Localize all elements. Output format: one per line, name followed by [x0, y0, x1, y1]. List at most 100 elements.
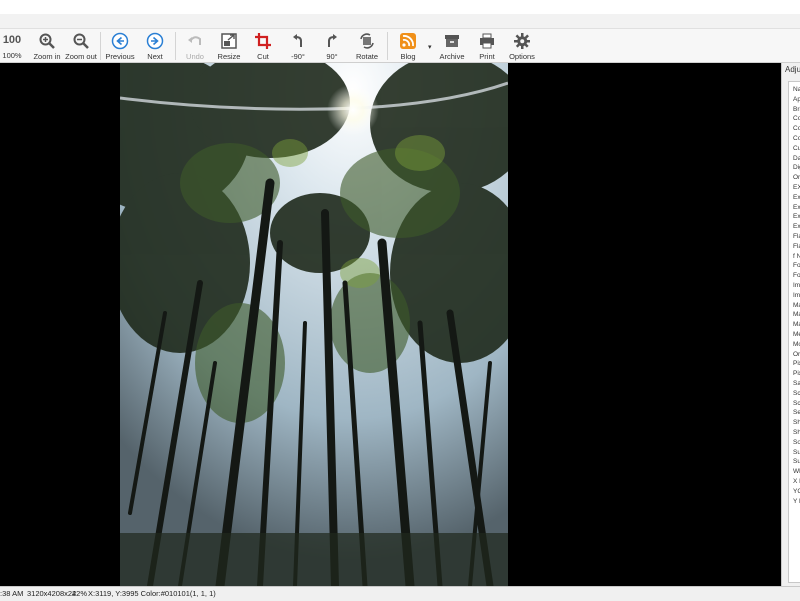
resize-icon [220, 32, 238, 50]
exif-list-item[interactable]: Co [793, 135, 800, 142]
cut-label: Cut [257, 52, 269, 61]
exif-list-item[interactable]: Co [793, 115, 800, 122]
exif-list-item[interactable]: Ori [793, 174, 800, 181]
exif-list-item[interactable]: Ex [793, 213, 800, 220]
exif-list-item[interactable]: Co [793, 125, 800, 132]
status-time: :38 AM [0, 589, 24, 598]
forest-photo [120, 63, 508, 586]
exif-list-item[interactable]: f N [793, 253, 800, 260]
archive-icon [443, 32, 461, 50]
rotate-right-label: 90° [326, 52, 338, 61]
archive-button[interactable]: Archive [434, 31, 470, 61]
exif-list-item[interactable]: Cu [793, 145, 800, 152]
exif-list-item[interactable]: Ex [793, 204, 800, 211]
toolbar-divider [100, 32, 101, 60]
exif-list-item[interactable]: Sul [793, 449, 800, 456]
exif-list-item[interactable]: Dig [793, 164, 800, 171]
exif-list-item[interactable]: Y F [793, 498, 800, 505]
exif-list-item[interactable]: Bri [793, 106, 800, 113]
zoom-in-label: Zoom in [33, 52, 61, 61]
exif-list-item[interactable]: Fla [793, 233, 800, 240]
exif-list-item[interactable]: Sh [793, 419, 800, 426]
crop-icon [254, 32, 272, 50]
rotate-left-label: -90° [291, 52, 305, 61]
rotate-right-button[interactable]: 90° [314, 31, 350, 61]
options-button[interactable]: Options [504, 31, 540, 61]
exif-list-item[interactable]: Im [793, 292, 800, 299]
zoom-in-button[interactable]: Zoom in [29, 31, 65, 61]
exif-list-item[interactable]: Ap [793, 96, 800, 103]
title-bar [0, 0, 800, 14]
exif-list-item[interactable]: Ex [793, 223, 800, 230]
exif-list-item[interactable]: EX [793, 184, 800, 191]
gear-icon [513, 32, 531, 50]
exif-list-item[interactable]: Sul [793, 458, 800, 465]
resize-label: Resize [217, 52, 241, 61]
exif-list-item[interactable]: Wh [793, 468, 800, 475]
exif-list-item[interactable]: Ori [793, 351, 800, 358]
exif-list-item[interactable]: Na [793, 86, 800, 93]
toolbar-divider [175, 32, 176, 60]
exif-list-item[interactable]: So [793, 439, 800, 446]
adjust-panel: Adju Na Ap Bri Co Co Co Cu Da Dig Ori EX Ex Ex Ex Ex Fl… [781, 63, 800, 586]
exif-list-item[interactable]: Se [793, 409, 800, 416]
exif-list-item[interactable]: Sh [793, 429, 800, 436]
status-bar: :38 AM 3120x4208x24 22% X:3119, Y:3995 C… [0, 586, 800, 601]
exif-list-item[interactable]: Sc [793, 390, 800, 397]
blog-dropdown-arrow-icon[interactable]: ▾ [428, 43, 432, 51]
exif-list-item[interactable]: Da [793, 155, 800, 162]
rss-icon [399, 32, 417, 50]
status-cursor: X:3119, Y:3995 Color:#010101(1, 1, 1) [88, 589, 216, 598]
image-viewer[interactable] [0, 63, 781, 586]
print-button[interactable]: Print [469, 31, 505, 61]
next-label: Next [147, 52, 163, 61]
left-arrow-circle-icon [111, 32, 129, 50]
zoom-out-button[interactable]: Zoom out [63, 31, 99, 61]
undo-button[interactable]: Undo [177, 31, 213, 61]
undo-arrow-icon [186, 32, 204, 50]
exif-list-item[interactable]: X F [793, 478, 800, 485]
blog-button[interactable]: Blog [390, 31, 426, 61]
status-dimensions: 3120x4208x24 [27, 589, 77, 598]
rotate-label: Rotate [355, 52, 379, 61]
panel-tab[interactable]: Adju [785, 65, 800, 74]
exif-list-item[interactable]: Fo [793, 272, 800, 279]
exif-list[interactable]: Na Ap Bri Co Co Co Cu Da Dig Ori EX Ex Ex Ex Ex Fla Fla f… [788, 81, 800, 583]
exif-list-item[interactable]: Pix [793, 360, 800, 367]
resize-button[interactable]: Resize [211, 31, 247, 61]
exif-list-item[interactable]: Ma [793, 302, 800, 309]
exif-list-item[interactable]: Sa [793, 380, 800, 387]
cut-button[interactable]: Cut [245, 31, 281, 61]
rotate-left-icon [289, 32, 307, 50]
toolbar: 100 100% Zoom in Zoom out Previous Next … [0, 29, 800, 63]
printer-icon [478, 32, 496, 50]
menu-bar [0, 14, 800, 29]
exif-list-item[interactable]: Ma [793, 311, 800, 318]
blog-label: Blog [400, 52, 416, 61]
archive-label: Archive [439, 52, 465, 61]
toolbar-divider [387, 32, 388, 60]
zoom-value: 100 [2, 34, 22, 46]
exif-list-item[interactable]: YC [793, 488, 800, 495]
print-label: Print [479, 52, 495, 61]
status-zoom: 22% [72, 589, 88, 598]
exif-list-item[interactable]: Me [793, 331, 800, 338]
previous-label: Previous [105, 52, 135, 61]
exif-list-item[interactable]: Pix [793, 370, 800, 377]
actual-size-label: 100% [2, 51, 22, 60]
previous-button[interactable]: Previous [102, 31, 138, 61]
actual-size-button[interactable]: 100 100% [0, 31, 30, 61]
exif-list-item[interactable]: Mo [793, 341, 800, 348]
exif-list-item[interactable]: Im [793, 282, 800, 289]
undo-label: Undo [186, 52, 204, 61]
exif-list-item[interactable]: Fla [793, 243, 800, 250]
magnifier-plus-icon [38, 32, 56, 50]
right-arrow-circle-icon [146, 32, 164, 50]
exif-list-item[interactable]: Ma [793, 321, 800, 328]
exif-list-item[interactable]: Fo [793, 262, 800, 269]
next-button[interactable]: Next [137, 31, 173, 61]
rotate-left-button[interactable]: -90° [280, 31, 316, 61]
rotate-button[interactable]: Rotate [349, 31, 385, 61]
exif-list-item[interactable]: Ex [793, 194, 800, 201]
exif-list-item[interactable]: Sc [793, 400, 800, 407]
